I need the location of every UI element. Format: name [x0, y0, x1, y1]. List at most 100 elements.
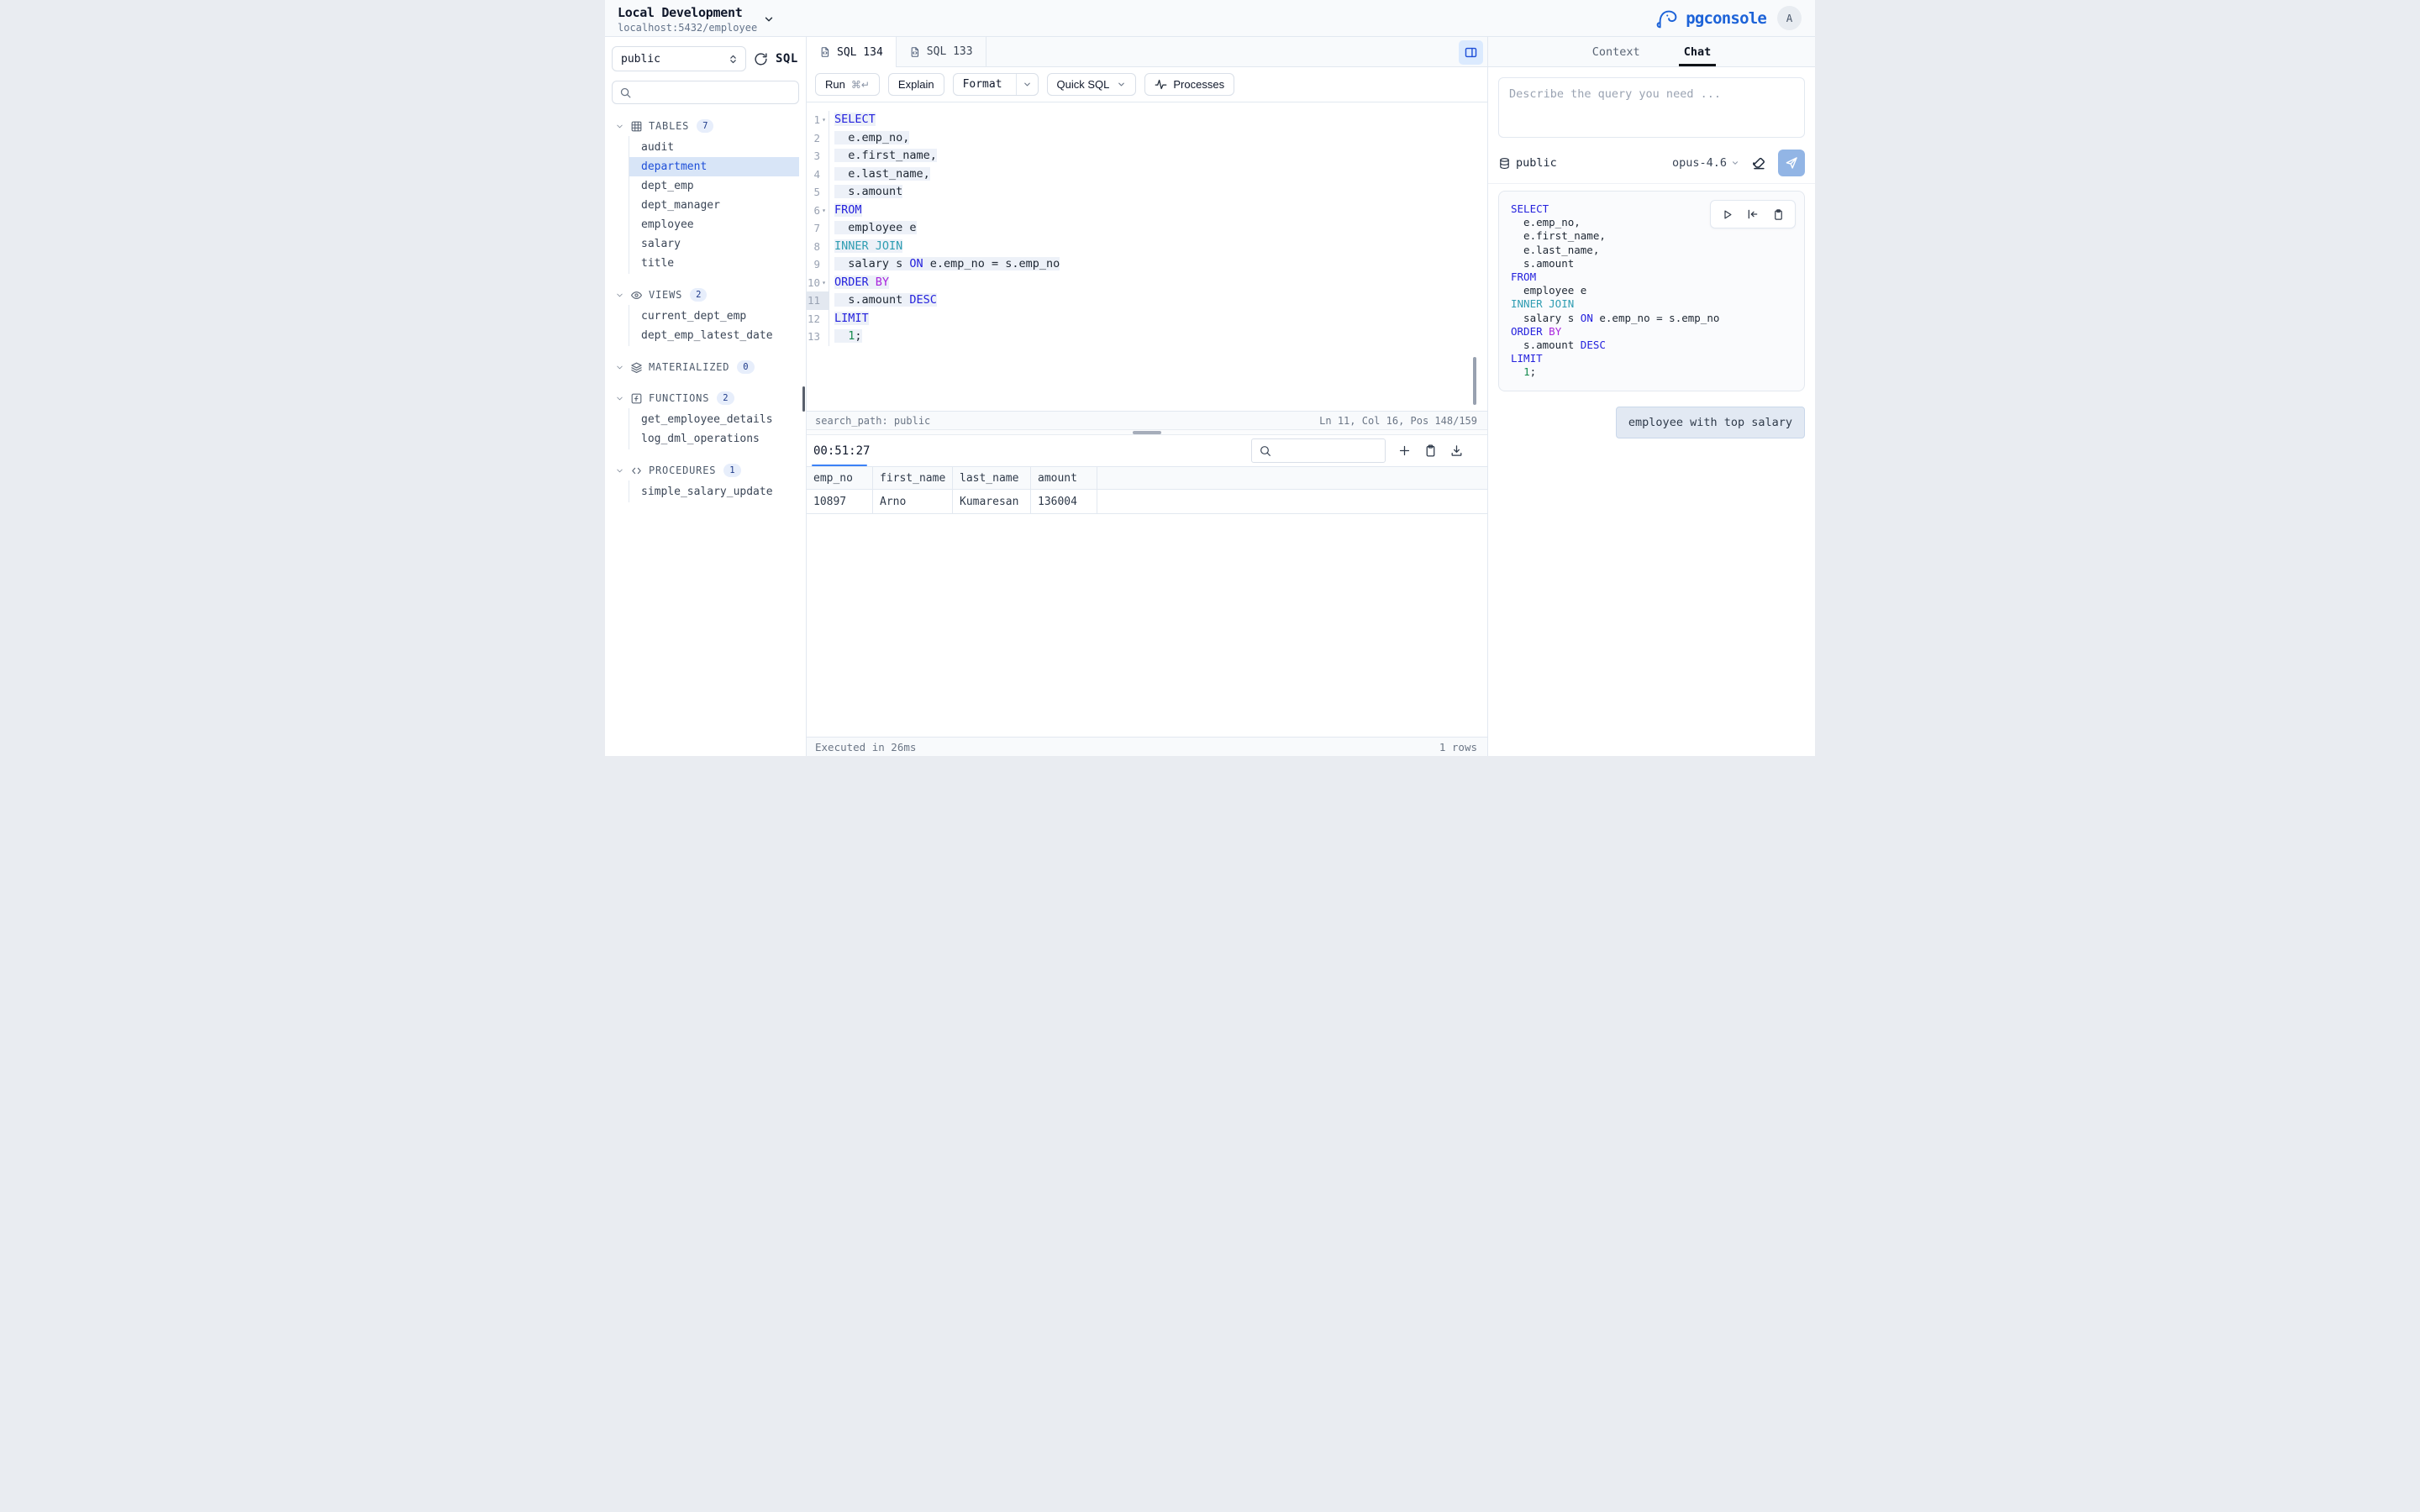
chat-input[interactable] [1498, 77, 1805, 138]
section-header-tables[interactable]: TABLES7 [612, 116, 799, 136]
sidebar-item-salary[interactable]: salary [629, 234, 799, 254]
download-results-icon[interactable] [1449, 444, 1464, 458]
ai-panel: Context Chat public opus-4.6 [1487, 37, 1815, 756]
sidebar-item-dept_manager[interactable]: dept_manager [629, 196, 799, 215]
fold-marker[interactable]: ▾ [820, 202, 828, 220]
copy-sql-icon[interactable] [1772, 208, 1785, 221]
fold-marker[interactable]: ▾ [820, 274, 828, 292]
layers-icon [630, 361, 643, 374]
editor-line-2[interactable]: 2▾ e.emp_no, [807, 129, 1487, 148]
column-header-first_name[interactable]: first_name [873, 467, 953, 489]
gutter-line-8[interactable]: 8▾ [807, 238, 829, 256]
chevron-down-icon [615, 363, 624, 372]
format-button[interactable]: Format [953, 73, 1039, 96]
table-cell[interactable]: 136004 [1031, 490, 1097, 513]
drag-handle[interactable] [1133, 431, 1161, 434]
run-sql-play-icon[interactable] [1721, 208, 1733, 221]
copy-results-icon[interactable] [1423, 444, 1438, 458]
editor-line-7[interactable]: 7▾ employee e [807, 219, 1487, 238]
sidebar-search-input[interactable] [637, 87, 792, 99]
sidebar-item-audit[interactable]: audit [629, 138, 799, 157]
sidebar-item-simple_salary_update[interactable]: simple_salary_update [629, 482, 799, 501]
fold-marker[interactable]: ▾ [820, 111, 828, 129]
sidebar-item-dept_emp[interactable]: dept_emp [629, 176, 799, 196]
sidebar-item-log_dml_operations[interactable]: log_dml_operations [629, 429, 799, 449]
editor-scrollbar[interactable] [1473, 357, 1476, 405]
editor-line-3[interactable]: 3▾ e.first_name, [807, 147, 1487, 165]
sql-editor[interactable]: 1▾SELECT2▾ e.emp_no,3▾ e.first_name,4▾ e… [807, 102, 1487, 411]
section-header-materialized[interactable]: MATERIALIZED0 [612, 357, 799, 377]
schema-select[interactable]: public [612, 46, 746, 71]
table-row[interactable]: 10897ArnoKumaresan136004 [807, 490, 1487, 514]
gutter-line-5[interactable]: 5▾ [807, 183, 829, 202]
ai-tab-context[interactable]: Context [1591, 37, 1642, 66]
sidebar-item-current_dept_emp[interactable]: current_dept_emp [629, 307, 799, 326]
gutter-line-11[interactable]: 11▾ [807, 291, 829, 310]
table-cell[interactable]: Arno [873, 490, 953, 513]
table-cell[interactable]: Kumaresan [953, 490, 1031, 513]
context-schema[interactable]: public [1498, 156, 1557, 170]
clear-chat-eraser-icon[interactable] [1750, 155, 1767, 171]
section-header-functions[interactable]: FUNCTIONS2 [612, 388, 799, 408]
sidebar-item-title[interactable]: title [629, 254, 799, 273]
insert-to-editor-icon[interactable] [1746, 207, 1760, 221]
sidebar-item-dept_emp_latest_date[interactable]: dept_emp_latest_date [629, 326, 799, 345]
editor-line-12[interactable]: 12▾LIMIT [807, 310, 1487, 328]
tab-label: SQL 133 [927, 45, 973, 58]
object-tree: TABLES7 auditdepartmentdept_empdept_manag… [605, 104, 806, 502]
editor-line-1[interactable]: 1▾SELECT [807, 111, 1487, 129]
gutter-line-2[interactable]: 2▾ [807, 129, 829, 148]
gutter-line-10[interactable]: 10▾ [807, 274, 829, 292]
section-header-procedures[interactable]: PROCEDURES1 [612, 460, 799, 480]
add-row-icon[interactable] [1397, 444, 1412, 458]
gutter-line-3[interactable]: 3▾ [807, 147, 829, 165]
gutter-line-13[interactable]: 13▾ [807, 328, 829, 346]
editor-line-4[interactable]: 4▾ e.last_name, [807, 165, 1487, 184]
model-select[interactable]: opus-4.6 [1672, 156, 1739, 170]
sidebar-item-get_employee_details[interactable]: get_employee_details [629, 410, 799, 429]
panel-divider[interactable] [807, 429, 1487, 435]
column-header-emp_no[interactable]: emp_no [807, 467, 873, 489]
editor-line-9[interactable]: 9▾ salary s ON e.emp_no = s.emp_no [807, 255, 1487, 274]
refresh-icon[interactable] [754, 52, 768, 66]
editor-line-10[interactable]: 10▾ORDER BY [807, 274, 1487, 292]
editor-tab-sql-133[interactable]: SQL 133 [897, 37, 986, 66]
explain-button[interactable]: Explain [888, 73, 944, 96]
section-header-views[interactable]: VIEWS2 [612, 285, 799, 305]
split-view-button[interactable] [1459, 40, 1483, 65]
result-timer-tab[interactable]: 00:51:27 [813, 444, 870, 458]
processes-button[interactable]: Processes [1144, 73, 1234, 96]
gutter-line-9[interactable]: 9▾ [807, 255, 829, 274]
cursor-position-status: Ln 11, Col 16, Pos 148/159 [1319, 415, 1477, 427]
column-header-last_name[interactable]: last_name [953, 467, 1031, 489]
send-button[interactable] [1778, 150, 1805, 176]
gutter-line-12[interactable]: 12▾ [807, 310, 829, 328]
editor-line-5[interactable]: 5▾ s.amount [807, 183, 1487, 202]
ai-tab-chat[interactable]: Chat [1682, 37, 1713, 66]
sidebar-item-department[interactable]: department [629, 157, 799, 176]
gutter-line-7[interactable]: 7▾ [807, 219, 829, 238]
results-search[interactable] [1251, 438, 1386, 463]
sidebar-item-employee[interactable]: employee [629, 215, 799, 234]
editor-line-11[interactable]: 11▾ s.amount DESC [807, 291, 1487, 310]
editor-line-8[interactable]: 8▾INNER JOIN [807, 238, 1487, 256]
quick-sql-button[interactable]: Quick SQL [1047, 73, 1137, 96]
sidebar-section-tables: TABLES7 auditdepartmentdept_empdept_manag… [612, 116, 799, 274]
chevron-down-icon[interactable] [1016, 74, 1038, 95]
sidebar-scrollbar[interactable] [802, 386, 806, 412]
avatar[interactable]: A [1777, 6, 1802, 30]
gutter-line-4[interactable]: 4▾ [807, 165, 829, 184]
sql-mode-label[interactable]: SQL [776, 52, 798, 66]
column-header-amount[interactable]: amount [1031, 467, 1097, 489]
editor-tab-sql-134[interactable]: SQL 134 [807, 37, 897, 67]
results-search-input[interactable] [1277, 444, 1378, 457]
gutter-line-6[interactable]: 6▾ [807, 202, 829, 220]
editor-line-13[interactable]: 13▾ 1; [807, 328, 1487, 346]
gutter-line-1[interactable]: 1▾ [807, 111, 829, 129]
editor-line-6[interactable]: 6▾FROM [807, 202, 1487, 220]
user-message[interactable]: employee with top salary [1616, 407, 1805, 438]
sidebar-search[interactable] [612, 81, 799, 104]
run-shortcut: ⌘↵ [851, 79, 870, 91]
table-cell[interactable]: 10897 [807, 490, 873, 513]
run-button[interactable]: Run ⌘↵ [815, 73, 880, 96]
